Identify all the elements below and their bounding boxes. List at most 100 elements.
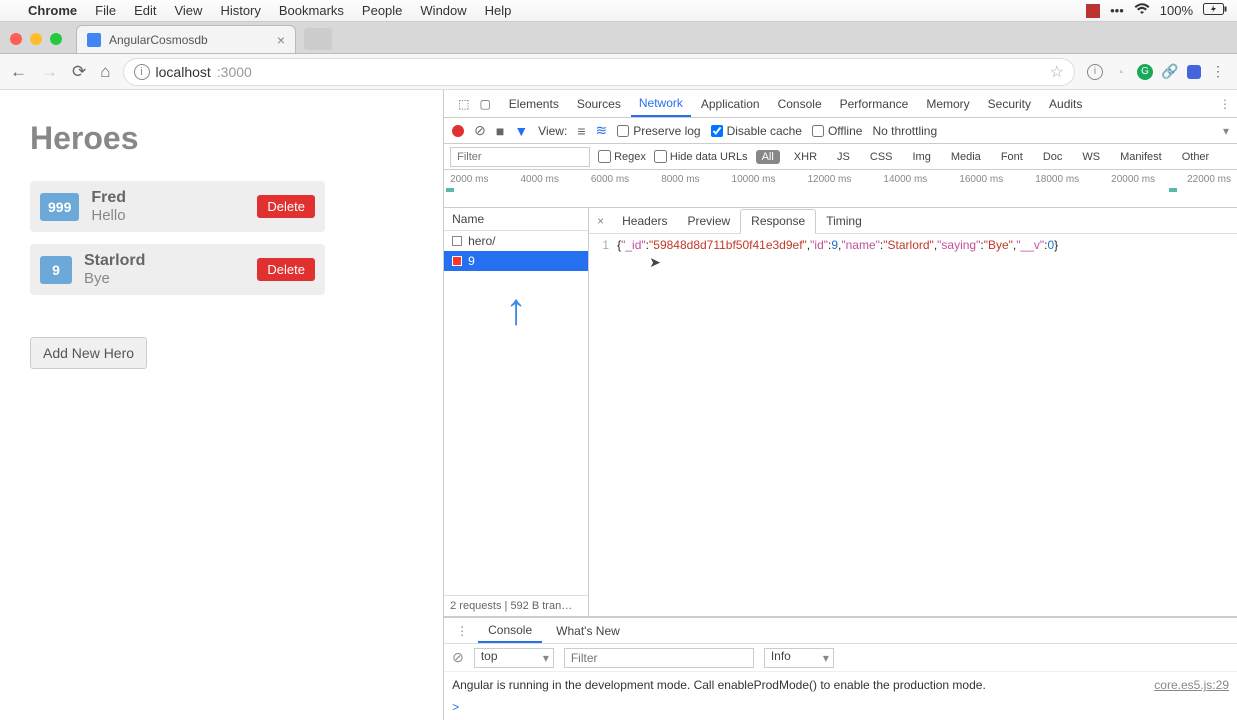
menu-file[interactable]: File xyxy=(95,3,116,18)
dt-tab-network[interactable]: Network xyxy=(631,90,691,117)
add-hero-button[interactable]: Add New Hero xyxy=(30,337,147,369)
hero-card[interactable]: 999 Fred Hello Delete xyxy=(30,181,325,232)
offline-checkbox[interactable]: Offline xyxy=(812,124,862,138)
menu-history[interactable]: History xyxy=(220,3,260,18)
dt-tab-application[interactable]: Application xyxy=(693,90,768,117)
clear-network-icon[interactable]: ⊘ xyxy=(474,122,486,139)
network-row[interactable]: hero/ xyxy=(444,231,588,251)
dt-tab-security[interactable]: Security xyxy=(980,90,1039,117)
forward-button[interactable]: → xyxy=(41,62,58,82)
battery-icon[interactable] xyxy=(1203,3,1227,18)
chrome-tabstrip: AngularCosmosdb × xyxy=(0,22,1237,54)
ext-icon-3[interactable]: G xyxy=(1137,64,1153,80)
menu-bookmarks[interactable]: Bookmarks xyxy=(279,3,344,18)
hide-data-urls-checkbox[interactable]: Hide data URLs xyxy=(654,150,748,163)
menu-window[interactable]: Window xyxy=(420,3,466,18)
name-column-header[interactable]: Name xyxy=(444,208,588,231)
filter-chip-xhr[interactable]: XHR xyxy=(788,150,823,164)
response-body[interactable]: 1 {"_id":"59848d8d711bf50f41e3d9ef","id"… xyxy=(589,234,1237,256)
preserve-log-checkbox[interactable]: Preserve log xyxy=(617,124,700,138)
network-timeline[interactable]: 2000 ms 4000 ms 6000 ms 8000 ms 10000 ms… xyxy=(444,170,1237,208)
delete-button[interactable]: Delete xyxy=(257,258,315,281)
dt-tab-sources[interactable]: Sources xyxy=(569,90,629,117)
dt-tab-memory[interactable]: Memory xyxy=(918,90,977,117)
address-bar[interactable]: i localhost:3000 ☆ xyxy=(123,58,1075,86)
waterfall-icon[interactable]: ≋ xyxy=(595,122,607,139)
close-window[interactable] xyxy=(10,33,22,45)
drawer-tab-whatsnew[interactable]: What's New xyxy=(546,618,630,643)
menu-app[interactable]: Chrome xyxy=(28,3,77,18)
filter-chip-ws[interactable]: WS xyxy=(1076,150,1106,164)
filter-chip-all[interactable]: All xyxy=(756,150,780,164)
detail-tab-headers[interactable]: Headers xyxy=(612,208,677,233)
context-select[interactable]: top xyxy=(474,648,554,668)
menu-people[interactable]: People xyxy=(362,3,402,18)
menu-view[interactable]: View xyxy=(174,3,202,18)
filter-toggle-icon[interactable]: ▼ xyxy=(514,123,528,139)
browser-tab[interactable]: AngularCosmosdb × xyxy=(76,25,296,53)
devtools-more-icon[interactable]: ⋮ xyxy=(1219,97,1231,111)
bookmark-star-icon[interactable]: ☆ xyxy=(1050,62,1064,82)
ext-icon-1[interactable]: i xyxy=(1087,64,1103,80)
menubar-ext-icon[interactable] xyxy=(1086,4,1100,18)
level-select[interactable]: Info xyxy=(764,648,834,668)
filter-chip-doc[interactable]: Doc xyxy=(1037,150,1069,164)
console-source-link[interactable]: core.es5.js:29 xyxy=(1154,678,1229,692)
menubar-more-icon[interactable]: ••• xyxy=(1110,3,1124,18)
network-filter-input[interactable] xyxy=(450,147,590,167)
throttling-select[interactable]: No throttling xyxy=(872,124,937,138)
reload-button[interactable]: ⟳ xyxy=(72,62,86,82)
dt-tab-elements[interactable]: Elements xyxy=(501,90,567,117)
regex-checkbox[interactable]: Regex xyxy=(598,150,646,163)
detail-tab-timing[interactable]: Timing xyxy=(816,208,872,233)
filter-chip-manifest[interactable]: Manifest xyxy=(1114,150,1168,164)
inspect-icon[interactable]: ⬚ xyxy=(458,97,469,111)
console-output[interactable]: Angular is running in the development mo… xyxy=(444,672,1237,720)
delete-button[interactable]: Delete xyxy=(257,195,315,218)
filter-chip-js[interactable]: JS xyxy=(831,150,856,164)
drawer-tab-console[interactable]: Console xyxy=(478,618,542,643)
dt-tab-console[interactable]: Console xyxy=(770,90,830,117)
drawer-menu-icon[interactable]: ⋮ xyxy=(450,624,474,638)
macos-menubar: Chrome File Edit View History Bookmarks … xyxy=(0,0,1237,22)
chrome-menu-icon[interactable]: ⋮ xyxy=(1209,63,1227,81)
menu-edit[interactable]: Edit xyxy=(134,3,156,18)
back-button[interactable]: ← xyxy=(10,62,27,82)
device-toolbar-icon[interactable]: ▢ xyxy=(479,97,490,111)
filter-chip-img[interactable]: Img xyxy=(907,150,937,164)
ext-icon-5[interactable] xyxy=(1187,65,1201,79)
filter-chip-other[interactable]: Other xyxy=(1176,150,1216,164)
large-rows-icon[interactable]: ≡ xyxy=(577,123,585,139)
filter-chip-css[interactable]: CSS xyxy=(864,150,899,164)
ext-icon-4[interactable]: 🔗 xyxy=(1161,63,1179,81)
menu-help[interactable]: Help xyxy=(485,3,512,18)
filter-chip-font[interactable]: Font xyxy=(995,150,1029,164)
detail-tab-preview[interactable]: Preview xyxy=(677,208,740,233)
site-info-icon[interactable]: i xyxy=(134,64,150,80)
close-detail-icon[interactable]: × xyxy=(589,214,612,228)
new-tab-button[interactable] xyxy=(304,28,332,50)
filter-chip-media[interactable]: Media xyxy=(945,150,987,164)
console-filter-input[interactable] xyxy=(564,648,754,668)
network-toolbar: ⊘ ■ ▼ View: ≡ ≋ Preserve log Disable cac… xyxy=(444,118,1237,144)
capture-screenshot-icon[interactable]: ■ xyxy=(496,123,504,139)
maximize-window[interactable] xyxy=(50,33,62,45)
hero-card[interactable]: 9 Starlord Bye Delete xyxy=(30,244,325,295)
close-tab-icon[interactable]: × xyxy=(277,32,285,48)
network-row-selected[interactable]: 9 xyxy=(444,251,588,271)
url-host: localhost xyxy=(156,64,211,80)
home-button[interactable]: ⌂ xyxy=(100,62,110,82)
dt-tab-audits[interactable]: Audits xyxy=(1041,90,1090,117)
clear-console-icon[interactable]: ⊘ xyxy=(452,649,464,666)
dt-tab-performance[interactable]: Performance xyxy=(832,90,917,117)
console-prompt[interactable]: > xyxy=(452,700,1229,714)
detail-tab-response[interactable]: Response xyxy=(740,209,816,234)
record-button[interactable] xyxy=(452,125,464,137)
ext-icon-2[interactable]: ◔ xyxy=(1111,63,1129,81)
wifi-icon[interactable] xyxy=(1134,3,1150,18)
view-label: View: xyxy=(538,124,567,138)
minimize-window[interactable] xyxy=(30,33,42,45)
throttling-dropdown-icon[interactable]: ▾ xyxy=(1223,124,1229,138)
hero-name: Starlord xyxy=(84,252,245,270)
disable-cache-checkbox[interactable]: Disable cache xyxy=(711,124,802,138)
